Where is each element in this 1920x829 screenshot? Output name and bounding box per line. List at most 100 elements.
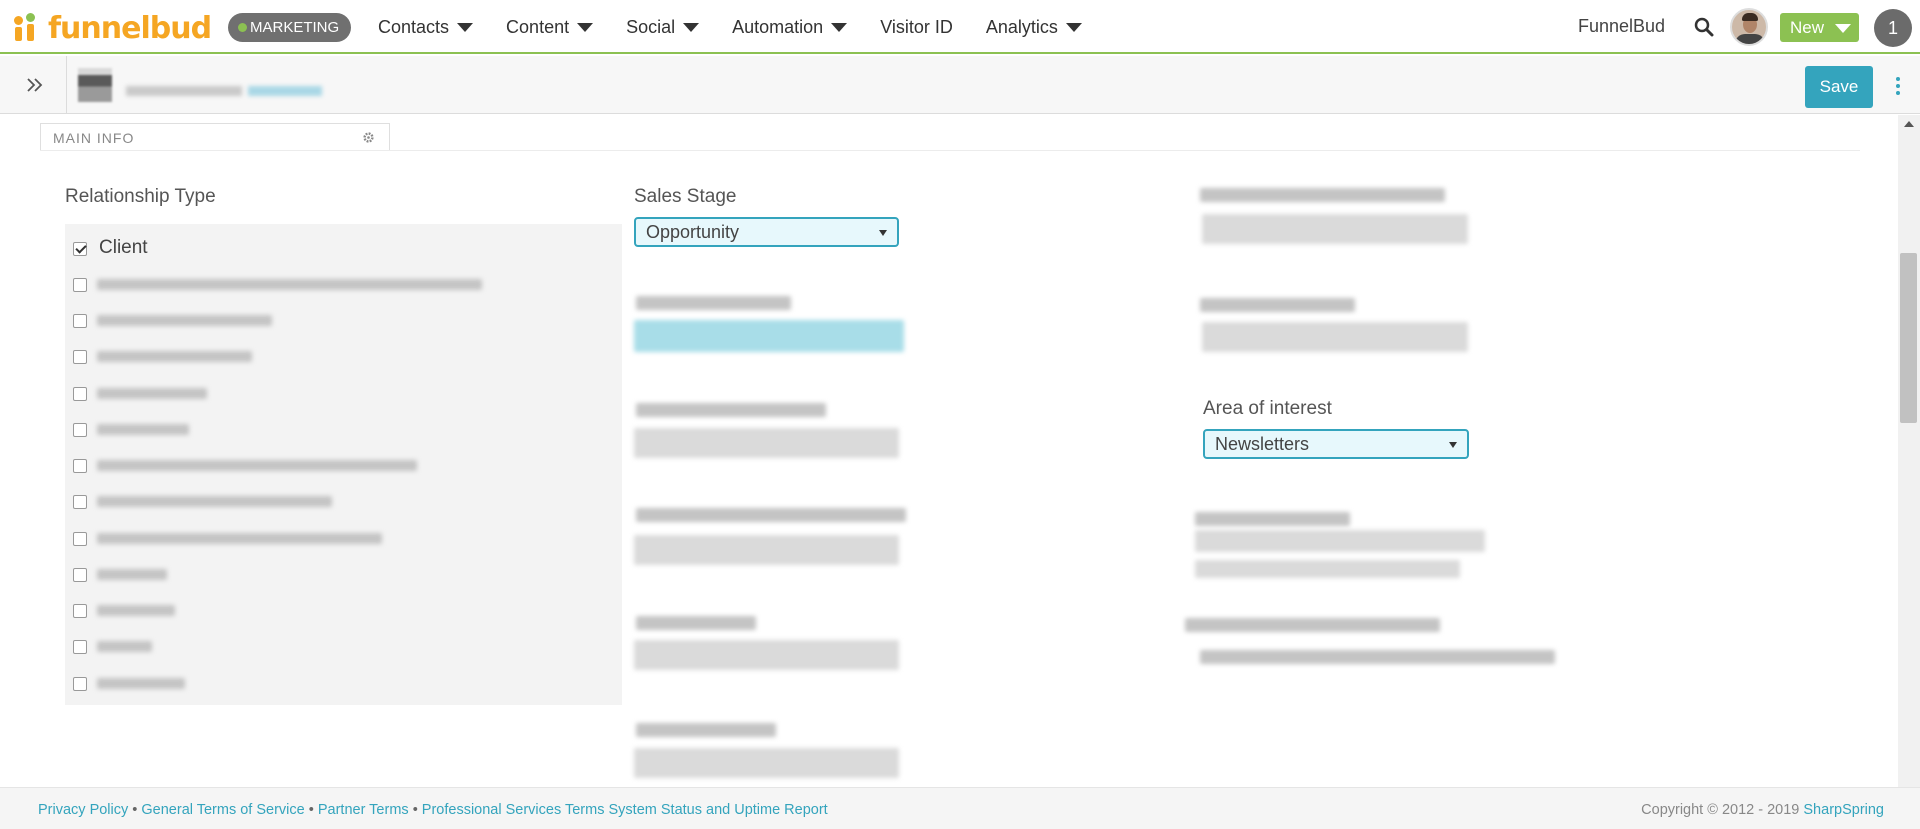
nav-social[interactable]: Social (626, 17, 700, 38)
system-status-link[interactable]: System Status and Uptime Report (609, 802, 828, 818)
status-dot-icon (238, 23, 247, 32)
redacted-text (97, 533, 382, 544)
redacted-field-input[interactable] (634, 535, 899, 565)
checkbox-option-redacted[interactable] (73, 308, 613, 334)
nav-analytics[interactable]: Analytics (986, 17, 1082, 38)
kebab-menu-icon[interactable] (1893, 75, 1903, 97)
redacted-field-input[interactable] (634, 748, 899, 778)
checkbox[interactable] (73, 495, 87, 509)
relationship-type-label: Relationship Type (65, 186, 216, 207)
redacted-field-input[interactable] (634, 320, 904, 352)
redacted-text (97, 460, 417, 471)
nav-content[interactable]: Content (506, 16, 594, 38)
checkbox-option-redacted[interactable] (73, 272, 613, 298)
checkbox[interactable] (73, 640, 87, 654)
checkbox-option-redacted[interactable] (73, 598, 613, 624)
general-terms-link[interactable]: General Terms of Service (141, 802, 304, 818)
redacted-field-input[interactable] (634, 428, 899, 458)
redacted-field-input[interactable] (1195, 530, 1485, 552)
checkbox[interactable] (73, 423, 87, 437)
redacted-text (97, 279, 482, 290)
redacted-field-input[interactable] (1202, 322, 1468, 352)
redacted-text (97, 605, 175, 616)
checkbox[interactable] (73, 242, 87, 256)
divider (66, 56, 67, 114)
checkbox[interactable] (73, 387, 87, 401)
checkbox-option-redacted[interactable] (73, 671, 613, 697)
checkbox-option-redacted[interactable] (73, 381, 613, 407)
checkbox-option-redacted[interactable] (73, 562, 613, 588)
nav-content-label: Content (506, 16, 570, 37)
redacted-text (97, 424, 189, 435)
redacted-field-input[interactable] (1202, 214, 1468, 244)
professional-services-terms-link[interactable]: Professional Services Terms (422, 802, 605, 818)
tab-main-info[interactable]: MAIN INFO (40, 123, 390, 151)
checkbox-option-redacted[interactable] (73, 453, 613, 479)
area-of-interest-select[interactable]: Newsletters (1203, 429, 1469, 459)
checkbox[interactable] (73, 677, 87, 691)
checkbox-option-redacted[interactable] (73, 489, 613, 515)
gear-icon[interactable] (362, 131, 375, 144)
copyright-text: Copyright © 2012 - 2019 (1641, 802, 1800, 818)
checkbox[interactable] (73, 532, 87, 546)
redacted-text (97, 569, 167, 580)
caret-down-icon (1835, 24, 1851, 33)
relationship-type-checklist: Client (65, 224, 622, 705)
tab-main-info-label: MAIN INFO (53, 130, 135, 146)
double-chevron-right-icon[interactable] (25, 75, 45, 95)
checkbox[interactable] (73, 278, 87, 292)
privacy-policy-link[interactable]: Privacy Policy (38, 802, 128, 818)
checkbox[interactable] (73, 314, 87, 328)
redacted-field-label (1185, 618, 1440, 632)
checkbox[interactable] (73, 459, 87, 473)
redacted-field-input[interactable] (634, 640, 899, 670)
redacted-field-label (1200, 298, 1355, 312)
checkbox-label: Client (99, 237, 148, 258)
nav-automation-label: Automation (732, 16, 824, 37)
footer-separator: • (412, 802, 418, 818)
workspace-badge[interactable]: MARKETING (228, 13, 352, 42)
redacted-field-label (636, 616, 756, 630)
funnelbud-logo[interactable]: funnelbud (12, 11, 212, 46)
redacted-field-label (636, 296, 791, 310)
top-navbar: funnelbud MARKETING Contacts Content Soc… (0, 0, 1920, 54)
checkbox[interactable] (73, 604, 87, 618)
checkbox[interactable] (73, 568, 87, 582)
nav-automation[interactable]: Automation (732, 16, 848, 38)
nav-contacts-label: Contacts (378, 16, 450, 37)
search-icon[interactable] (1694, 17, 1714, 37)
record-toolbar: Save (0, 56, 1920, 114)
user-avatar[interactable] (1730, 8, 1768, 46)
scroll-up-arrow-icon[interactable] (1904, 121, 1914, 127)
workspace-badge-label: MARKETING (250, 19, 340, 36)
nav-contacts[interactable]: Contacts (378, 16, 474, 38)
checkbox-option-client[interactable]: Client (73, 236, 613, 262)
checkbox-option-redacted[interactable] (73, 344, 613, 370)
checkbox-option-redacted[interactable] (73, 526, 613, 552)
footer: Privacy Policy • General Terms of Servic… (0, 787, 1920, 829)
partner-terms-link[interactable]: Partner Terms (318, 802, 409, 818)
notification-badge[interactable]: 1 (1874, 9, 1912, 47)
redacted-text (97, 351, 252, 362)
contact-company-link-redacted[interactable] (248, 86, 322, 96)
page-scrollbar[interactable] (1898, 115, 1920, 787)
checkbox-option-redacted[interactable] (73, 417, 613, 443)
checkbox[interactable] (73, 350, 87, 364)
new-button[interactable]: New (1780, 13, 1859, 42)
account-name[interactable]: FunnelBud (1578, 16, 1665, 37)
nav-visitor-id[interactable]: Visitor ID (880, 17, 953, 38)
sales-stage-select[interactable]: Opportunity (634, 217, 899, 247)
checkbox-option-redacted[interactable] (73, 634, 613, 660)
nav-analytics-label: Analytics (985, 16, 1058, 37)
copyright: Copyright © 2012 - 2019 SharpSpring (1641, 802, 1884, 818)
area-of-interest-label: Area of interest (1203, 398, 1332, 419)
main-nav: Contacts Content Social Automation Visit… (378, 0, 1115, 54)
area-of-interest-value: Newsletters (1215, 434, 1310, 454)
nav-visitor-id-label: Visitor ID (880, 16, 953, 37)
redacted-field-input[interactable] (1195, 560, 1460, 578)
scrollbar-thumb[interactable] (1900, 253, 1917, 423)
save-button[interactable]: Save (1805, 66, 1873, 108)
sharpspring-link[interactable]: SharpSpring (1803, 802, 1884, 818)
footer-separator: • (132, 802, 138, 818)
redacted-text (97, 388, 207, 399)
